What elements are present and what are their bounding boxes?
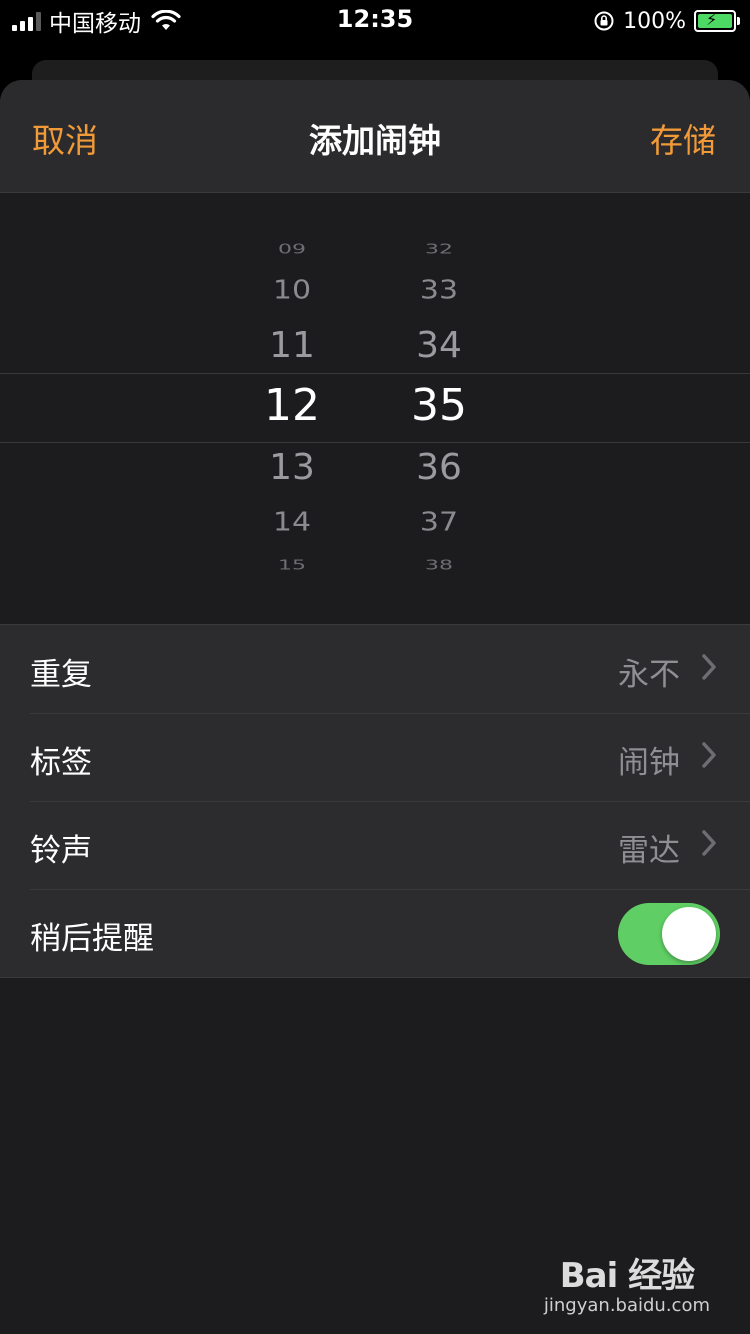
orientation-lock-icon [594, 11, 614, 31]
hour-option[interactable]: 13 [232, 447, 352, 488]
hour-option[interactable]: 09 [232, 242, 352, 257]
watermark-url: jingyan.baidu.com [543, 1295, 710, 1316]
page-title: 添加闹钟 [309, 121, 441, 160]
time-picker[interactable]: 09 10 11 12 13 14 15 32 33 34 35 36 37 3… [0, 193, 750, 625]
alarm-settings-list: 重复 永不 标签 闹钟 铃声 雷达 稍后提醒 [0, 624, 750, 978]
label-row[interactable]: 标签 闹钟 [0, 713, 750, 801]
status-right: 100% ⚡ [593, 6, 740, 36]
label-label: 标签 [30, 745, 92, 781]
add-alarm-sheet: 取消 添加闹钟 存储 09 10 11 12 13 14 15 32 33 34… [0, 80, 750, 1334]
label-value: 闹钟 [618, 745, 680, 781]
navigation-bar: 取消 添加闹钟 存储 [0, 80, 750, 193]
minute-option[interactable]: 37 [379, 508, 499, 538]
toggle-knob [662, 907, 716, 961]
repeat-value: 永不 [618, 657, 680, 693]
hour-selected[interactable]: 12 [232, 380, 352, 431]
snooze-label: 稍后提醒 [30, 921, 154, 957]
chevron-right-icon [702, 654, 716, 680]
sound-label: 铃声 [30, 833, 92, 869]
battery-icon: ⚡ [694, 10, 740, 32]
repeat-label: 重复 [30, 657, 92, 693]
status-bar: 中国移动 12:35 100% ⚡ [0, 0, 750, 44]
snooze-row: 稍后提醒 [0, 889, 750, 977]
minute-selected[interactable]: 35 [379, 380, 499, 431]
snooze-toggle[interactable] [618, 903, 720, 965]
picker-selection-band [0, 373, 750, 443]
sound-value: 雷达 [618, 833, 680, 869]
hour-option[interactable]: 15 [232, 558, 352, 573]
watermark-brand: Bai 经验 [559, 1256, 695, 1296]
minute-option[interactable]: 34 [379, 325, 499, 366]
minute-option[interactable]: 36 [379, 447, 499, 488]
save-button[interactable]: 存储 [650, 114, 716, 162]
baidu-jingyan-watermark: Bai 经验 jingyan.baidu.com [544, 1248, 710, 1316]
minute-option[interactable]: 32 [379, 242, 499, 257]
chevron-right-icon [702, 742, 716, 768]
chevron-right-icon [702, 830, 716, 856]
hour-option[interactable]: 10 [232, 276, 352, 306]
minute-option[interactable]: 33 [379, 276, 499, 306]
repeat-row[interactable]: 重复 永不 [0, 625, 750, 713]
minute-option[interactable]: 38 [379, 558, 499, 573]
sound-row[interactable]: 铃声 雷达 [0, 801, 750, 889]
hour-option[interactable]: 14 [232, 508, 352, 538]
hour-option[interactable]: 11 [232, 325, 352, 366]
battery-percent: 100% [623, 8, 686, 34]
